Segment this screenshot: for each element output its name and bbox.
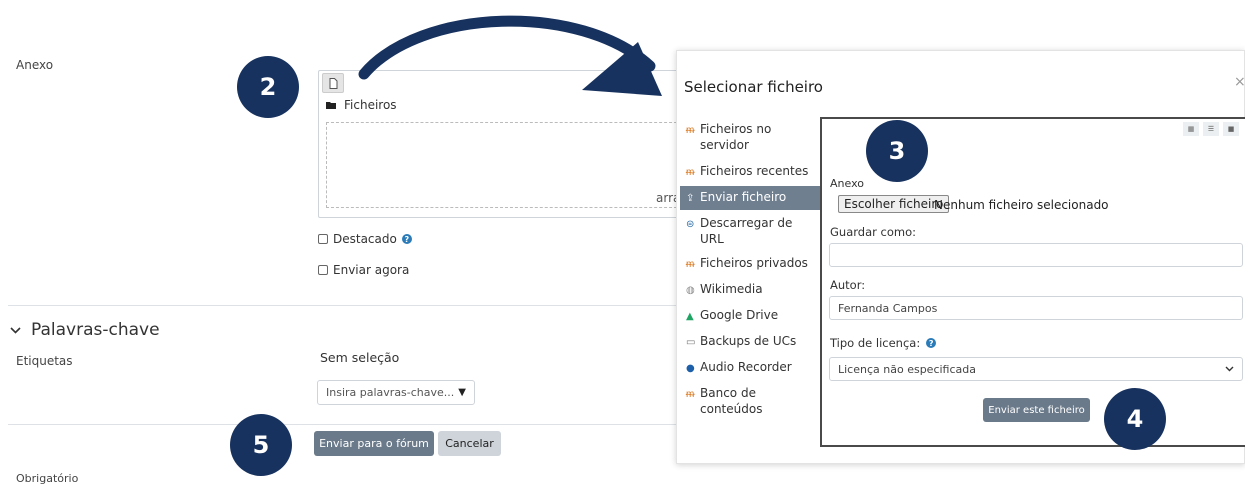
divider bbox=[8, 305, 676, 306]
file-icon bbox=[329, 77, 337, 89]
folder-icon bbox=[326, 102, 336, 109]
enviar-agora-checkbox[interactable] bbox=[318, 265, 328, 275]
repo-label: Backups de UCs bbox=[700, 334, 797, 348]
no-file-text: Nenhum ficheiro selecionado bbox=[934, 198, 1109, 212]
author-value: Fernanda Campos bbox=[838, 301, 938, 315]
author-label: Autor: bbox=[830, 278, 866, 292]
repo-label: Banco de conteúdos bbox=[700, 386, 763, 416]
drop-zone[interactable] bbox=[326, 122, 682, 208]
moodle-icon: ᵯ bbox=[686, 167, 695, 178]
tags-input[interactable]: Insira palavras-chave... ▼ bbox=[317, 380, 475, 405]
anexo-label: Anexo bbox=[16, 58, 54, 72]
license-select[interactable]: Licença não especificada bbox=[829, 357, 1243, 381]
url-icon: ⊜ bbox=[686, 219, 695, 230]
enviar-agora-option[interactable]: Enviar agora bbox=[318, 263, 409, 277]
required-label: Obrigatório bbox=[16, 472, 79, 485]
repo-label: Google Drive bbox=[700, 308, 779, 322]
arrow-annotation bbox=[358, 15, 662, 96]
divider bbox=[8, 424, 676, 425]
step-badge-5: 5 bbox=[230, 414, 292, 476]
moodle-icon: ᵯ bbox=[686, 125, 695, 136]
add-file-button[interactable] bbox=[322, 73, 344, 93]
repo-label: Ficheiros recentes bbox=[700, 164, 809, 178]
author-input[interactable]: Fernanda Campos bbox=[829, 296, 1243, 320]
repo-label: Descarregar de URL bbox=[700, 216, 793, 246]
save-as-label: Guardar como: bbox=[830, 225, 916, 239]
repo-item-audio[interactable]: ● Audio Recorder bbox=[680, 356, 820, 380]
destacado-option[interactable]: Destacado ? bbox=[318, 232, 412, 246]
tags-placeholder: Insira palavras-chave... bbox=[326, 386, 455, 399]
backup-icon: ▭ bbox=[686, 337, 696, 348]
dialog-title: Selecionar ficheiro bbox=[684, 78, 823, 96]
step-badge-4: 4 bbox=[1104, 388, 1166, 450]
repository-list: ᵯ Ficheiros no servidor ᵯ Ficheiros rece… bbox=[680, 118, 820, 420]
repo-item-google-drive[interactable]: ▲ Google Drive bbox=[680, 304, 820, 328]
help-icon[interactable]: ? bbox=[926, 338, 937, 348]
repo-item-recent[interactable]: ᵯ Ficheiros recentes bbox=[680, 160, 820, 184]
choose-file-button[interactable]: Escolher ficheiro bbox=[838, 195, 950, 213]
section-header[interactable]: Palavras-chave bbox=[10, 320, 160, 340]
step-badge-2: 2 bbox=[237, 56, 299, 118]
chevron-down-icon bbox=[10, 326, 21, 334]
enviar-agora-label: Enviar agora bbox=[333, 263, 410, 277]
section-title: Palavras-chave bbox=[31, 320, 160, 340]
chevron-down-icon bbox=[1225, 366, 1234, 372]
view-switcher: ▦ ☰ ■ bbox=[1183, 122, 1239, 136]
repo-label: Audio Recorder bbox=[700, 360, 792, 374]
upload-file-button[interactable]: Enviar este ficheiro bbox=[983, 398, 1090, 422]
license-label-row: Tipo de licença: ? bbox=[830, 336, 937, 350]
help-icon[interactable]: ? bbox=[401, 234, 412, 244]
wikimedia-icon: ◍ bbox=[686, 285, 695, 296]
repo-label: Ficheiros no servidor bbox=[700, 122, 772, 152]
no-selection-text: Sem seleção bbox=[320, 350, 400, 365]
upload-anexo-label: Anexo bbox=[830, 177, 864, 190]
moodle-icon: ᵯ bbox=[686, 389, 695, 400]
grid-view-icon[interactable]: ▦ bbox=[1183, 122, 1199, 136]
dropdown-arrow-icon: ▼ bbox=[458, 387, 466, 398]
list-view-icon[interactable]: ☰ bbox=[1203, 122, 1219, 136]
close-icon[interactable]: × bbox=[1234, 74, 1245, 90]
repo-item-private[interactable]: ᵯ Ficheiros privados bbox=[680, 252, 820, 276]
microphone-icon: ● bbox=[686, 363, 695, 374]
repo-item-wikimedia[interactable]: ◍ Wikimedia bbox=[680, 278, 820, 302]
repo-item-content-bank[interactable]: ᵯ Banco de conteúdos bbox=[680, 382, 820, 420]
tree-view-icon[interactable]: ■ bbox=[1223, 122, 1239, 136]
step-badge-3: 3 bbox=[866, 120, 928, 182]
submit-forum-button[interactable]: Enviar para o fórum bbox=[314, 431, 434, 456]
repo-label: Ficheiros privados bbox=[700, 256, 808, 270]
etiquetas-label: Etiquetas bbox=[16, 354, 73, 368]
destacado-checkbox[interactable] bbox=[318, 234, 328, 244]
license-label: Tipo de licença: bbox=[830, 336, 921, 350]
repo-item-backups[interactable]: ▭ Backups de UCs bbox=[680, 330, 820, 354]
repo-label: Enviar ficheiro bbox=[700, 190, 787, 204]
license-value: Licença não especificada bbox=[838, 362, 976, 376]
cancel-button[interactable]: Cancelar bbox=[438, 431, 501, 456]
upload-icon: ⇪ bbox=[686, 193, 695, 204]
repo-label: Wikimedia bbox=[700, 282, 763, 296]
save-as-input[interactable] bbox=[829, 243, 1243, 267]
repo-item-server[interactable]: ᵯ Ficheiros no servidor bbox=[680, 118, 820, 156]
google-drive-icon: ▲ bbox=[686, 311, 694, 322]
repo-item-upload[interactable]: ⇪ Enviar ficheiro bbox=[680, 186, 820, 210]
repo-item-url[interactable]: ⊜ Descarregar de URL bbox=[680, 212, 820, 250]
destacado-label: Destacado bbox=[333, 232, 397, 246]
moodle-icon: ᵯ bbox=[686, 259, 695, 270]
